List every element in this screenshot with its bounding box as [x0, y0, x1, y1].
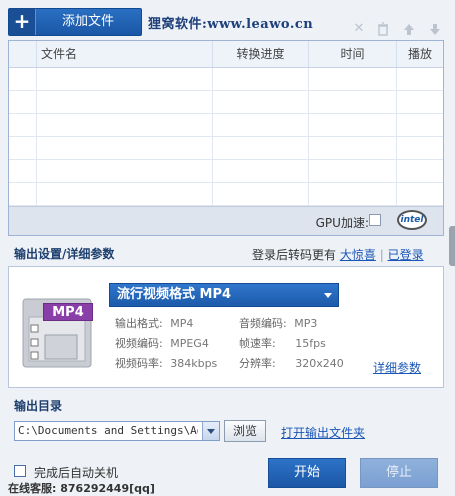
chevron-down-icon — [324, 293, 332, 298]
open-output-folder-link[interactable]: 打开输出文件夹 — [281, 424, 365, 441]
table-cell — [9, 68, 37, 90]
logged-in-link[interactable]: 已登录 — [388, 248, 424, 262]
mp4-badge: MP4 — [43, 303, 93, 321]
table-cell — [213, 68, 309, 90]
table-cell — [397, 68, 443, 90]
format-dropdown[interactable]: 流行视频格式 MP4 — [109, 283, 339, 307]
table-cell — [37, 137, 213, 159]
output-settings-title: 输出设置/详细参数 — [14, 247, 115, 261]
table-row[interactable] — [9, 114, 443, 137]
table-header: 文件名 转换进度 时间 播放 — [9, 41, 443, 68]
table-row[interactable] — [9, 91, 443, 114]
table-cell — [9, 137, 37, 159]
table-cell — [37, 160, 213, 182]
gpu-accel-checkbox[interactable] — [369, 214, 381, 226]
auto-shutdown-checkbox[interactable] — [14, 465, 26, 477]
column-header-time[interactable]: 时间 — [309, 41, 397, 67]
video-bitrate-prop: 视频码率: 384kbps — [115, 355, 217, 371]
add-file-button[interactable]: + 添加文件 — [8, 8, 142, 36]
column-header-index — [9, 41, 37, 67]
output-path-select[interactable]: C:\Documents and Settings\Admir — [14, 421, 220, 441]
table-cell — [309, 183, 397, 205]
column-header-play[interactable]: 播放 — [397, 41, 443, 67]
mp4-format-icon: MP4 — [21, 297, 101, 369]
table-cell — [213, 91, 309, 113]
output-format-label: 输出格式: — [115, 317, 163, 330]
video-codec-value: MPEG4 — [170, 337, 209, 350]
video-bitrate-label: 视频码率: — [115, 357, 163, 370]
table-row[interactable] — [9, 183, 443, 206]
browse-button[interactable]: 浏览 — [224, 420, 266, 442]
table-cell — [9, 183, 37, 205]
plus-icon: + — [9, 9, 36, 35]
table-row[interactable] — [9, 137, 443, 160]
column-header-filename[interactable]: 文件名 — [37, 41, 213, 67]
move-down-icon[interactable] — [428, 22, 442, 36]
output-format-value: MP4 — [170, 317, 194, 330]
start-button[interactable]: 开始 — [268, 458, 346, 488]
separator: | — [379, 248, 384, 262]
stop-button[interactable]: 停止 — [360, 458, 438, 488]
table-cell — [213, 137, 309, 159]
delete-icon[interactable] — [376, 22, 390, 36]
table-row[interactable] — [9, 160, 443, 183]
frame-rate-label: 帧速率: — [239, 337, 276, 350]
surprise-link[interactable]: 大惊喜 — [340, 248, 376, 262]
detail-params-link[interactable]: 详细参数 — [373, 359, 421, 376]
table-cell — [213, 160, 309, 182]
table-cell — [37, 183, 213, 205]
move-up-icon[interactable] — [402, 22, 416, 36]
resolution-label: 分辨率: — [239, 357, 276, 370]
column-header-progress[interactable]: 转换进度 — [213, 41, 309, 67]
intel-logo: intel — [397, 210, 427, 230]
table-cell — [309, 91, 397, 113]
output-settings-panel: MP4 流行视频格式 MP4 输出格式: MP4 音频编码: MP3 视频编码:… — [8, 266, 444, 388]
resolution-prop: 分辨率: 320x240 — [239, 355, 344, 371]
table-cell — [309, 137, 397, 159]
table-footer: GPU加速: intel — [9, 206, 443, 235]
video-bitrate-value: 384kbps — [170, 357, 218, 370]
brand-text: 狸窝软件:www.leawo.cn — [148, 17, 314, 32]
login-prompt: 登录后转码更有 大惊喜 | 已登录 — [252, 246, 424, 263]
output-format-prop: 输出格式: MP4 — [115, 315, 193, 331]
add-file-label: 添加文件 — [61, 14, 114, 29]
resolution-value: 320x240 — [295, 357, 344, 370]
table-cell — [9, 91, 37, 113]
table-cell — [9, 160, 37, 182]
table-cell — [309, 114, 397, 136]
file-table[interactable]: 文件名 转换进度 时间 播放 GPU加速: intel — [8, 40, 444, 236]
table-cell — [397, 160, 443, 182]
table-cell — [9, 114, 37, 136]
login-prompt-text: 登录后转码更有 — [252, 248, 337, 262]
video-codec-label: 视频编码: — [115, 337, 163, 350]
audio-codec-label: 音频编码: — [239, 317, 287, 330]
table-cell — [397, 183, 443, 205]
side-panel-handle[interactable] — [449, 226, 455, 266]
output-path-value: C:\Documents and Settings\Admir — [18, 424, 198, 437]
table-cell — [213, 114, 309, 136]
table-cell — [397, 137, 443, 159]
table-cell — [397, 91, 443, 113]
output-dir-title: 输出目录 — [14, 399, 63, 413]
auto-shutdown-label: 完成后自动关机 — [34, 466, 119, 480]
table-cell — [37, 68, 213, 90]
audio-codec-value: MP3 — [294, 317, 318, 330]
close-icon[interactable]: ✕ — [352, 22, 366, 36]
frame-rate-prop: 帧速率: 15fps — [239, 335, 326, 351]
table-cell — [213, 183, 309, 205]
table-cell — [37, 91, 213, 113]
audio-codec-prop: 音频编码: MP3 — [239, 315, 317, 331]
table-cell — [37, 114, 213, 136]
contact-info: 在线客服: 876292449[qq] — [8, 482, 155, 495]
table-cell — [397, 114, 443, 136]
format-dropdown-value: 流行视频格式 MP4 — [117, 287, 232, 302]
frame-rate-value: 15fps — [295, 337, 326, 350]
video-codec-prop: 视频编码: MPEG4 — [115, 335, 209, 351]
table-cell — [309, 68, 397, 90]
table-row[interactable] — [9, 68, 443, 91]
chevron-down-icon[interactable] — [202, 422, 219, 440]
table-cell — [309, 160, 397, 182]
gpu-accel-label: GPU加速: — [315, 216, 369, 230]
